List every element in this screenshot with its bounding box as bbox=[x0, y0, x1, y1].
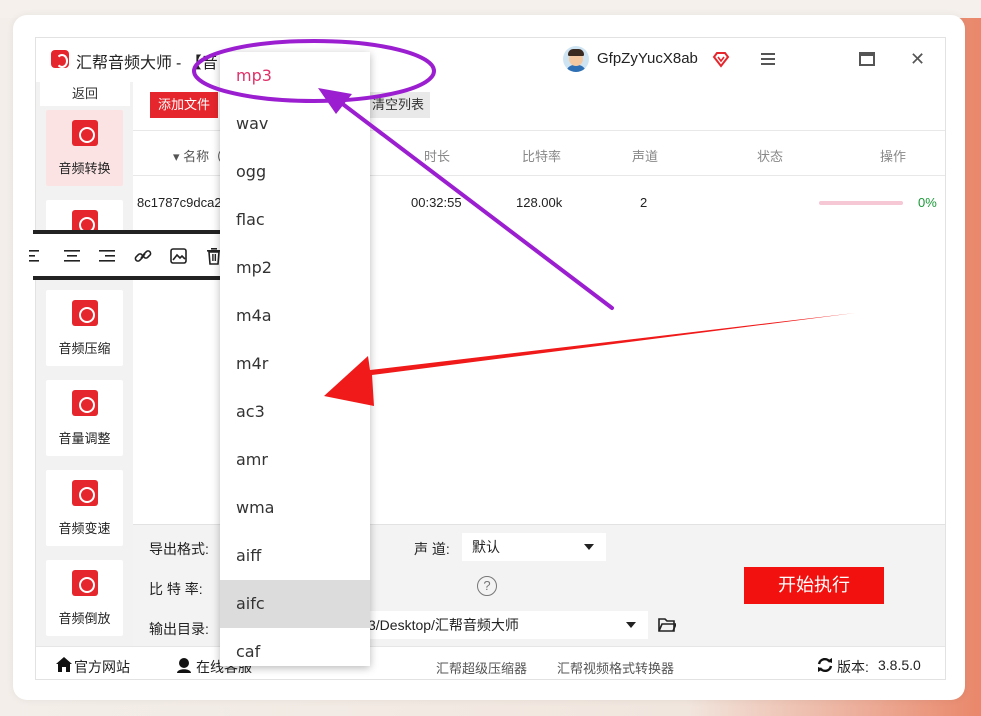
app-window: 汇帮音频大师 - 【音 GfpZyYucX8ab ✕ 返回 音频转换 音频压缩 bbox=[35, 37, 946, 680]
format-option-wma[interactable]: wma bbox=[220, 484, 370, 532]
file-channels: 2 bbox=[640, 195, 648, 210]
column-status: 状态 bbox=[757, 149, 784, 164]
format-option-ogg[interactable]: ogg bbox=[220, 148, 370, 196]
vip-diamond-icon[interactable] bbox=[712, 50, 730, 68]
sidebar-item-label: 音频变速 bbox=[58, 521, 111, 536]
sidebar-item-label: 音频倒放 bbox=[58, 611, 111, 626]
back-button[interactable]: 返回 bbox=[40, 82, 130, 106]
format-option-m4r[interactable]: m4r bbox=[220, 340, 370, 388]
bitrate-label: 比 特 率: bbox=[149, 581, 203, 597]
customer-service-icon bbox=[177, 658, 191, 673]
sidebar-item-label: 音量调整 bbox=[58, 431, 111, 446]
official-website-link[interactable]: 官方网站 bbox=[74, 657, 130, 677]
format-option-wav[interactable]: wav bbox=[220, 100, 370, 148]
sidebar-item-audio-compress[interactable]: 音频压缩 bbox=[46, 290, 123, 366]
edit-image-icon[interactable] bbox=[170, 247, 188, 265]
home-icon bbox=[56, 657, 72, 672]
column-name[interactable]: ▾ 名称（ bbox=[173, 146, 222, 165]
file-bitrate: 128.00k bbox=[516, 195, 563, 210]
format-option-aifc[interactable]: aifc bbox=[220, 580, 370, 628]
output-dir-input[interactable]: 3/Desktop/汇帮音频大师 bbox=[366, 611, 648, 639]
help-icon[interactable]: ? bbox=[477, 576, 497, 596]
folder-open-icon[interactable] bbox=[658, 617, 676, 633]
format-option-mp3[interactable]: mp3 bbox=[220, 52, 370, 100]
audio-reverse-icon bbox=[72, 570, 98, 596]
align-right-icon[interactable] bbox=[98, 247, 116, 265]
clear-list-button[interactable]: 清空列表 bbox=[366, 92, 430, 118]
maximize-icon[interactable] bbox=[859, 52, 875, 66]
add-file-button[interactable]: 添加文件 bbox=[150, 92, 218, 118]
sidebar-item-audio-reverse[interactable]: 音频倒放 bbox=[46, 560, 123, 636]
version-number: 3.8.5.0 bbox=[878, 657, 921, 673]
channel-select[interactable]: 默认 bbox=[462, 533, 606, 561]
sidebar-item-audio-speed[interactable]: 音频变速 bbox=[46, 470, 123, 546]
column-channels: 声道 bbox=[632, 149, 659, 164]
format-option-flac[interactable]: flac bbox=[220, 196, 370, 244]
avatar[interactable] bbox=[563, 46, 589, 72]
chevron-down-icon bbox=[626, 622, 636, 628]
column-actions: 操作 bbox=[880, 149, 907, 164]
username[interactable]: GfpZyYucX8ab bbox=[597, 50, 698, 67]
format-option-caf[interactable]: caf bbox=[220, 628, 370, 676]
compressor-link[interactable]: 汇帮超级压缩器 bbox=[436, 658, 527, 677]
menu-icon[interactable] bbox=[760, 51, 776, 67]
export-format-label: 导出格式: bbox=[149, 541, 209, 557]
format-option-m4a[interactable]: m4a bbox=[220, 292, 370, 340]
app-logo-icon bbox=[51, 50, 69, 68]
sidebar-item-label: 音频压缩 bbox=[58, 341, 111, 356]
progress-percent: 0% bbox=[918, 195, 937, 210]
format-option-mp2[interactable]: mp2 bbox=[220, 244, 370, 292]
channel-label: 声 道: bbox=[414, 541, 450, 557]
channel-value: 默认 bbox=[472, 539, 500, 555]
audio-convert-icon bbox=[72, 120, 98, 146]
version-label: 版本: bbox=[837, 659, 869, 675]
sidebar: 返回 音频转换 音频压缩 音量调整 音频变速 音频倒放 bbox=[36, 82, 133, 646]
export-format-dropdown[interactable]: mp3 wav ogg flac mp2 m4a m4r ac3 amr wma aiff aifc c… bbox=[220, 52, 370, 666]
text-format-toolbar bbox=[29, 230, 247, 280]
file-title: - 【音 bbox=[176, 55, 218, 72]
align-left-icon[interactable] bbox=[29, 247, 47, 265]
sidebar-item-label: 音频转换 bbox=[58, 161, 111, 176]
title-bar: 汇帮音频大师 - 【音 GfpZyYucX8ab ✕ bbox=[36, 38, 945, 82]
format-option-aiff[interactable]: aiff bbox=[220, 532, 370, 580]
app-title: 汇帮音频大师 bbox=[76, 55, 173, 72]
sidebar-item-audio-convert[interactable]: 音频转换 bbox=[46, 110, 123, 186]
close-icon[interactable]: ✕ bbox=[910, 50, 925, 68]
video-converter-link[interactable]: 汇帮视频格式转换器 bbox=[557, 658, 674, 677]
progress-bar bbox=[819, 201, 903, 205]
column-duration: 时长 bbox=[424, 149, 451, 164]
format-option-ac3[interactable]: ac3 bbox=[220, 388, 370, 436]
footer: 官方网站 在线客服 汇帮超级压缩器 汇帮视频格式转换器 版本: 3.8.5.0 bbox=[36, 646, 945, 679]
refresh-icon[interactable] bbox=[817, 657, 833, 673]
output-dir-value: 3/Desktop/汇帮音频大师 bbox=[368, 617, 519, 633]
file-duration: 00:32:55 bbox=[411, 195, 462, 210]
format-option-amr[interactable]: amr bbox=[220, 436, 370, 484]
output-dir-label: 输出目录: bbox=[149, 621, 209, 637]
audio-speed-icon bbox=[72, 480, 98, 506]
link-icon[interactable] bbox=[134, 247, 152, 265]
chevron-down-icon bbox=[584, 544, 594, 550]
column-bitrate: 比特率 bbox=[522, 149, 562, 164]
sidebar-item-volume-adjust[interactable]: 音量调整 bbox=[46, 380, 123, 456]
volume-adjust-icon bbox=[72, 390, 98, 416]
file-name: 8c1787c9dca2 bbox=[137, 195, 222, 210]
align-center-icon[interactable] bbox=[63, 247, 81, 265]
start-button[interactable]: 开始执行 bbox=[744, 567, 884, 604]
audio-compress-icon bbox=[72, 300, 98, 326]
